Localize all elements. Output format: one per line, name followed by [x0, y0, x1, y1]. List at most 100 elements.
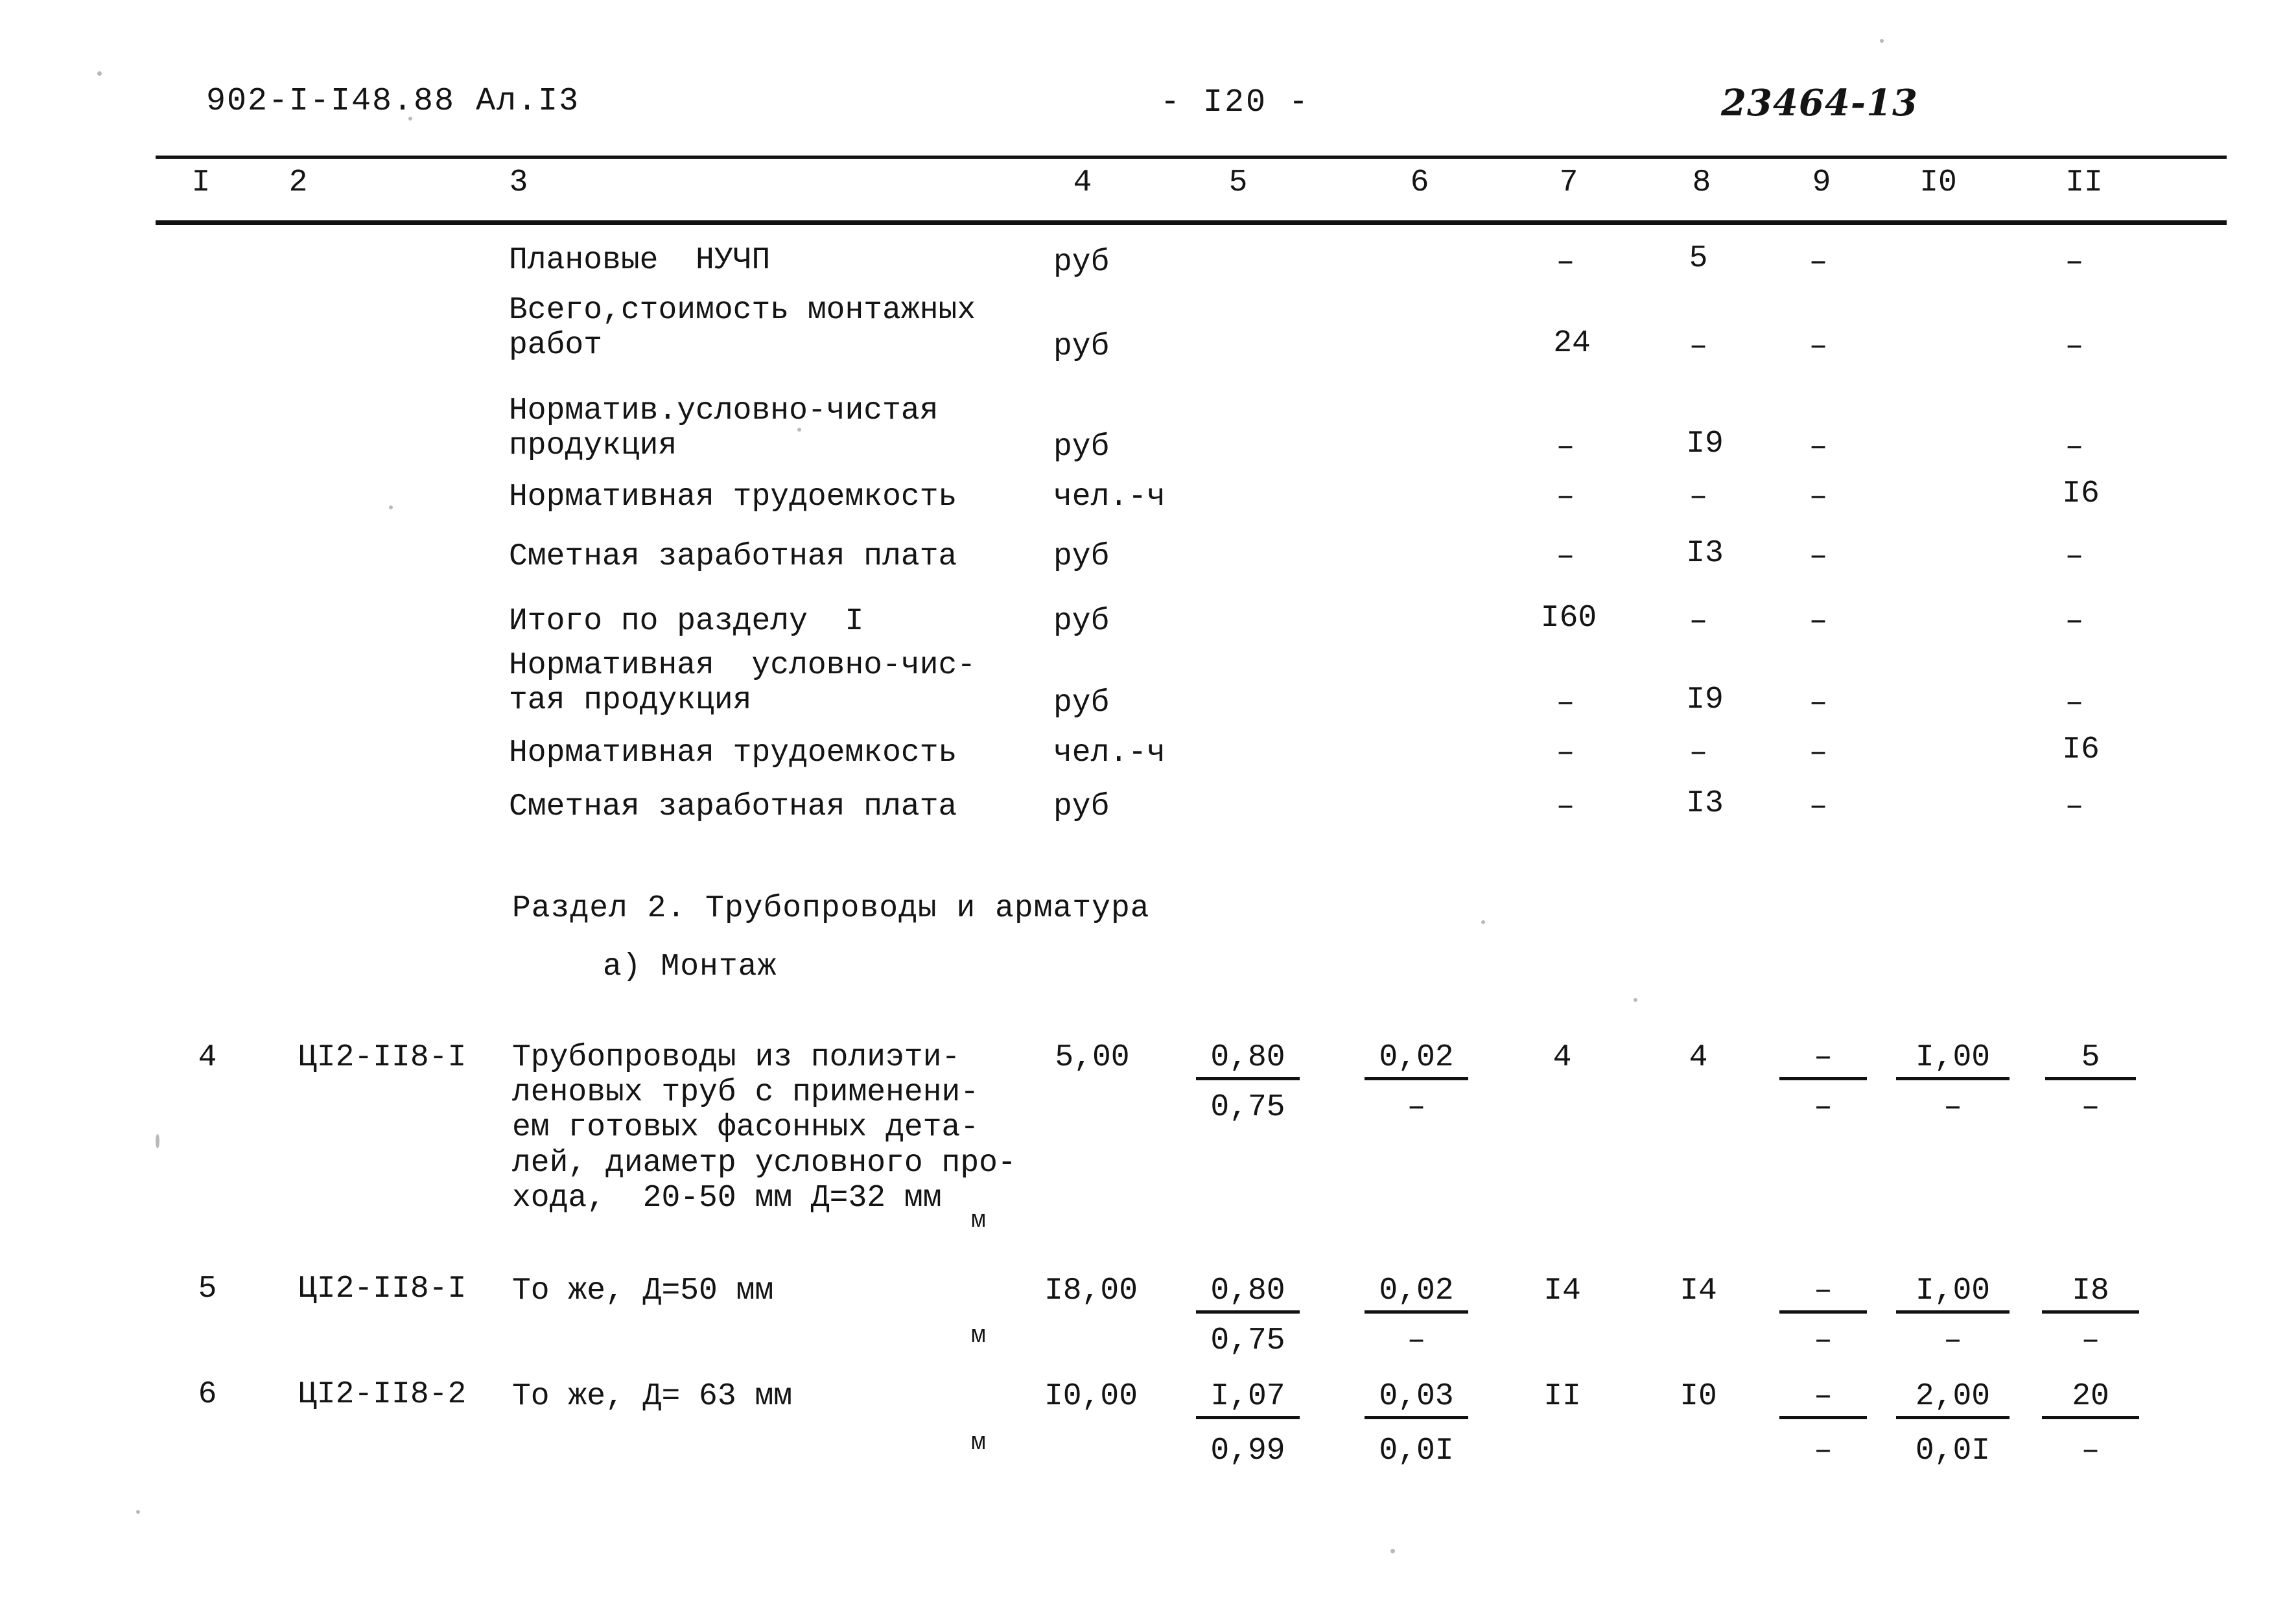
item-row-c5-bot: 0,75 [1210, 1090, 1285, 1125]
item-row-unit: м [971, 1429, 986, 1457]
item-row-c7: II [1543, 1379, 1581, 1414]
scan-speck [136, 1510, 140, 1514]
item-row-c5-bot: 0,75 [1210, 1323, 1285, 1358]
table-row: Норматив.условно-чистая продукция [509, 393, 939, 464]
row-c8: – [1689, 480, 1708, 515]
item-row-c5-top: 0,80 [1196, 1040, 1300, 1080]
item-row-c9-bot: – [1814, 1323, 1833, 1358]
item-row-c4: I8,00 [1044, 1273, 1138, 1308]
row-c9: – [1809, 430, 1828, 465]
item-row-c9-top: – [1779, 1273, 1867, 1314]
row-c8: – [1689, 329, 1708, 364]
item-row-c7: I4 [1543, 1273, 1581, 1308]
row-c11: – [2065, 329, 2084, 364]
table-row: Нормативная трудоемкость [509, 736, 957, 771]
row-c9: – [1809, 539, 1828, 574]
table-row: Сметная заработная плата [509, 539, 957, 574]
scan-speck [1390, 1549, 1395, 1553]
table-row: Нормативная трудоемкость [509, 480, 957, 515]
row-c9: – [1809, 480, 1828, 515]
section-title: Раздел 2. Трубопроводы и арматура [512, 891, 1150, 926]
item-row-c8: 4 [1689, 1040, 1708, 1075]
row-c11: – [2065, 245, 2084, 280]
row-c11: I6 [2062, 476, 2100, 511]
row-c7: – [1556, 686, 1575, 721]
row-unit: руб [1053, 789, 1110, 824]
scan-speck [156, 1134, 159, 1148]
item-row-description: Трубопроводы из полиэти- леновых труб с … [512, 1040, 1016, 1216]
row-c7: – [1556, 736, 1575, 771]
scan-speck [408, 117, 412, 121]
row-c11: – [2065, 789, 2084, 824]
item-row-no: 6 [198, 1377, 217, 1412]
document-page: 902-I-I48.88 Ал.I3 - I20 - 23464-13 I 2 … [0, 0, 2285, 1624]
scan-speck [1634, 998, 1637, 1002]
item-row-c11-bot: – [2081, 1433, 2100, 1468]
table-body: Плановые НУЧП руб – 5 – – Всего,стоимост… [0, 0, 2285, 1624]
row-c8: 5 [1689, 241, 1708, 276]
row-c7: 24 [1553, 326, 1591, 361]
item-row-c6-top: 0,02 [1365, 1040, 1468, 1080]
item-row-c5-top: I,07 [1196, 1379, 1300, 1419]
item-row-c6-bot: – [1407, 1090, 1426, 1125]
item-row-c9-top: – [1779, 1379, 1867, 1419]
row-c8: I3 [1686, 786, 1724, 821]
subsection-title: а) Монтаж [603, 949, 777, 984]
row-c9: – [1809, 604, 1828, 639]
row-c9: – [1809, 329, 1828, 364]
item-row-c11-top: 20 [2042, 1379, 2139, 1419]
table-row: Плановые НУЧП [509, 243, 771, 278]
row-unit: руб [1053, 686, 1110, 721]
item-row-c8: I0 [1680, 1379, 1717, 1414]
item-row-unit: м [971, 1207, 986, 1235]
item-row-c9-top: – [1779, 1040, 1867, 1080]
row-c9: – [1809, 736, 1828, 771]
item-row-description: То же, Д= 63 мм [512, 1379, 793, 1414]
row-c9: – [1809, 686, 1828, 721]
item-row-no: 5 [198, 1271, 217, 1306]
row-c11: – [2065, 686, 2084, 721]
row-unit: руб [1053, 430, 1110, 465]
row-c7: – [1556, 539, 1575, 574]
item-row-c6-top: 0,02 [1365, 1273, 1468, 1314]
table-row: Сметная заработная плата [509, 789, 957, 824]
item-row-no: 4 [198, 1040, 217, 1075]
item-row-c7: 4 [1553, 1040, 1572, 1075]
row-c8: – [1689, 604, 1708, 639]
row-c8: I9 [1686, 426, 1724, 461]
row-c7: – [1556, 480, 1575, 515]
row-unit: чел.-ч [1053, 736, 1166, 771]
item-row-c4: 5,00 [1055, 1040, 1130, 1075]
item-row-c11-bot: – [2081, 1090, 2100, 1125]
row-unit: руб [1053, 329, 1110, 364]
scan-speck [389, 505, 393, 509]
row-unit: руб [1053, 604, 1110, 639]
item-row-c10-bot: – [1943, 1323, 1962, 1358]
item-row-c8: I4 [1680, 1273, 1717, 1308]
table-row: Всего,стоимость монтажных работ [509, 293, 976, 364]
row-c11: – [2065, 539, 2084, 574]
item-row-c6-bot: – [1407, 1323, 1426, 1358]
item-row-c10-bot: – [1943, 1090, 1962, 1125]
item-row-code: ЦI2-II8-2 [298, 1377, 467, 1412]
item-row-c10-bot: 0,0I [1915, 1433, 1991, 1468]
scan-speck [1481, 920, 1485, 924]
item-row-unit: м [971, 1322, 986, 1350]
item-row-c11-top: 5 [2045, 1040, 2136, 1080]
row-c7: – [1556, 789, 1575, 824]
item-row-c6-top: 0,03 [1365, 1379, 1468, 1419]
item-row-c10-top: I,00 [1896, 1273, 2010, 1314]
row-c7: – [1556, 245, 1575, 280]
row-unit: руб [1053, 245, 1110, 280]
row-c9: – [1809, 789, 1828, 824]
row-c8: – [1689, 736, 1708, 771]
item-row-c5-bot: 0,99 [1210, 1433, 1285, 1468]
item-row-c6-bot: 0,0I [1379, 1433, 1454, 1468]
row-c8: I9 [1686, 682, 1724, 717]
item-row-code: ЦI2-II8-I [298, 1040, 467, 1075]
item-row-description: То же, Д=50 мм [512, 1273, 774, 1308]
row-c9: – [1809, 245, 1828, 280]
row-c7: I60 [1540, 601, 1597, 636]
item-row-c5-top: 0,80 [1196, 1273, 1300, 1314]
row-unit: чел.-ч [1053, 480, 1166, 515]
